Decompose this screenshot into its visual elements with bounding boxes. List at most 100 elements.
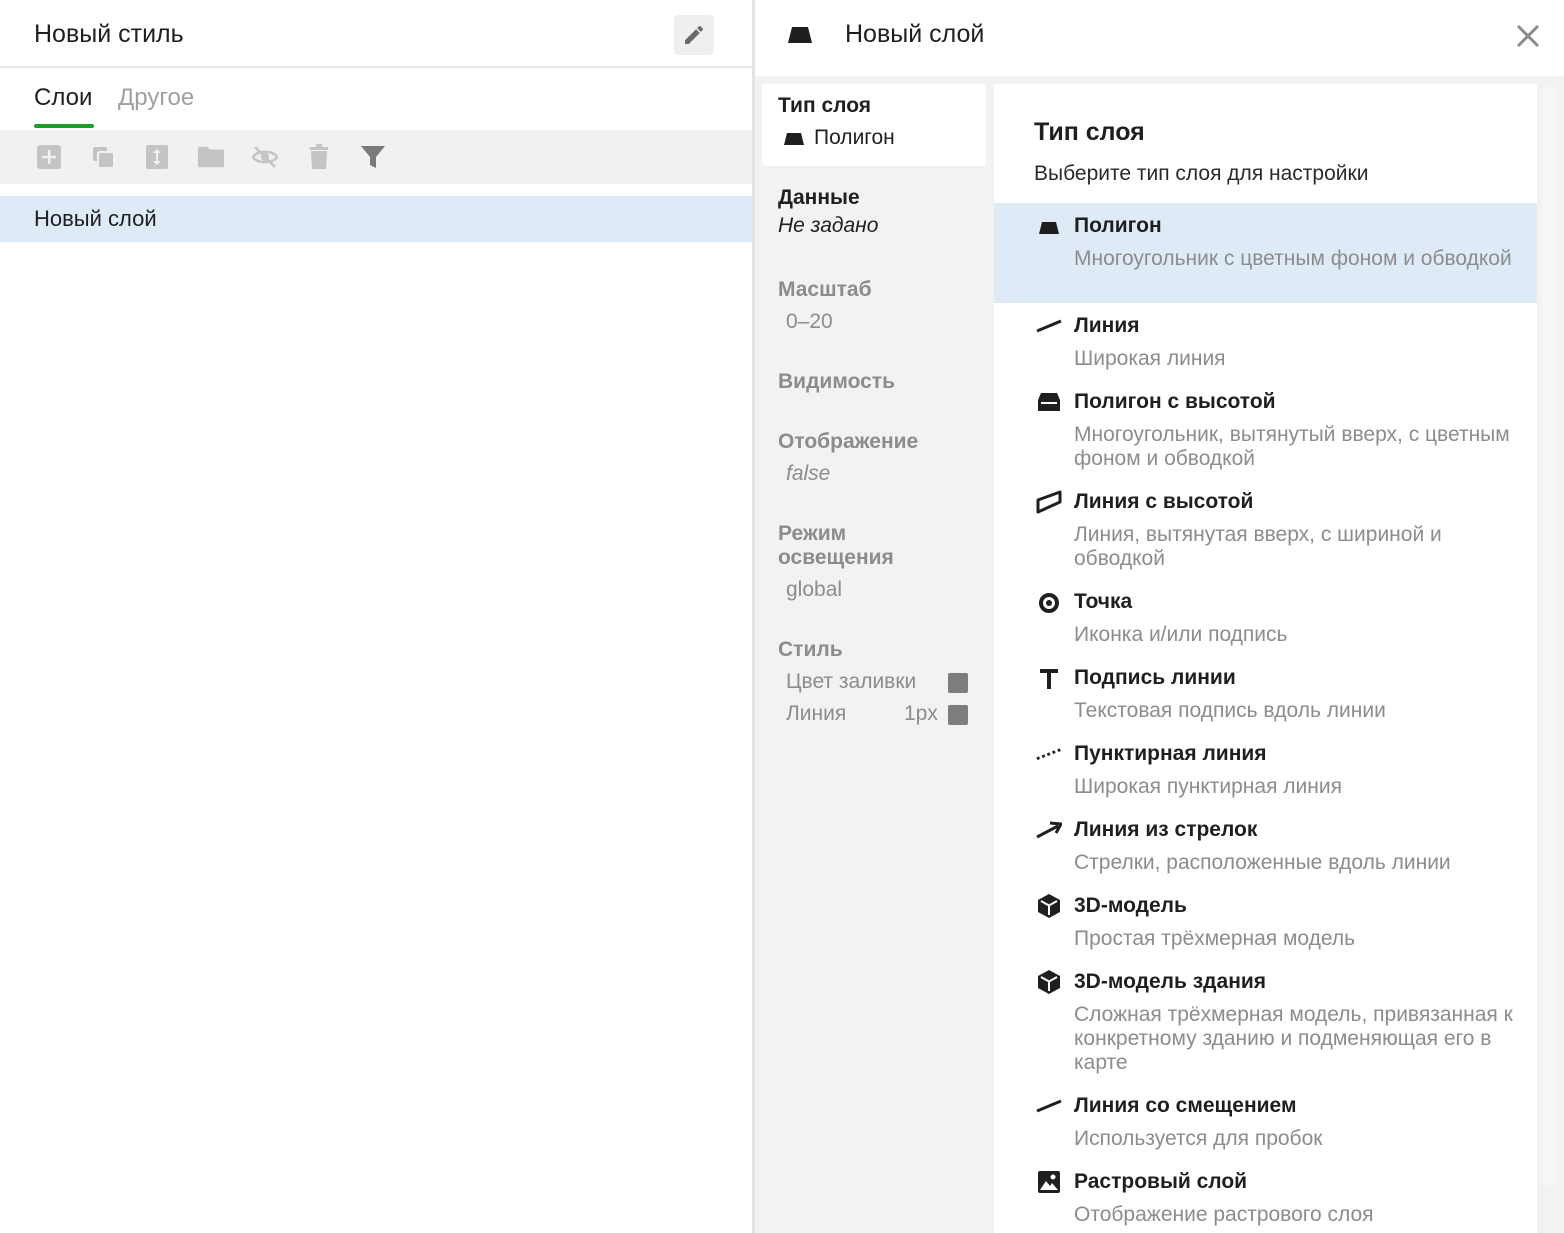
nav-lighting-value: global [786,578,843,601]
extruded-line-icon [1036,489,1062,515]
layer-item-label: Новый слой [34,206,157,231]
polygon-icon [788,27,812,43]
layer-type-content: Тип слоя Выберите тип слоя для настройки… [994,84,1537,1233]
nav-fill-label: Цвет заливки [786,670,917,693]
line-icon [1036,313,1062,339]
option-title: 3D-модель [1074,894,1187,917]
fill-color-swatch[interactable] [948,673,968,693]
nav-data-value: Не задано [778,214,879,237]
tab-layers[interactable]: Слои [34,84,92,112]
reorder-layer-button[interactable] [143,143,171,171]
nav-data-label[interactable]: Данные [778,186,860,210]
edit-style-button[interactable] [674,15,714,55]
tab-other[interactable]: Другое [118,84,194,112]
option-title: Линия со смещением [1074,1094,1297,1117]
option-title: Пунктирная линия [1074,742,1267,765]
add-layer-button[interactable] [35,143,63,171]
close-icon[interactable] [1515,20,1541,50]
layer-editor-header: Новый слой [755,0,1564,76]
nav-type-value: Полигон [814,126,895,149]
option-desc: Отображение растрового слоя [1074,1203,1374,1226]
panel-tabs: Слои Другое [0,68,752,130]
layer-type-option-line-label[interactable]: Подпись линии Текстовая подпись вдоль ли… [994,655,1537,731]
building-cube-icon [1036,969,1062,995]
layer-type-option-3d-building[interactable]: 3D-модель здания Сложная трёхмерная моде… [994,959,1537,1083]
nav-line-label: Линия [786,702,847,725]
option-title: 3D-модель здания [1074,970,1267,993]
option-title: Линия с высотой [1074,490,1254,513]
nav-type-label: Тип слоя [778,94,872,117]
layer-item[interactable]: Новый слой [0,196,752,242]
copy-icon [93,147,115,169]
layer-type-option-dashed-line[interactable]: Пунктирная линия Широкая пунктирная лини… [994,731,1537,807]
group-folder-button[interactable] [197,143,225,171]
option-title: Полигон с высотой [1074,390,1276,413]
nav-style-label[interactable]: Стиль [778,638,843,662]
eye-off-icon [251,146,279,168]
hide-layer-button[interactable] [251,143,279,171]
layers-toolbar [0,130,752,184]
option-desc: Широкая пунктирная линия [1074,775,1342,798]
nav-scale-value: 0–20 [786,310,833,333]
option-desc: Иконка и/или подпись [1074,623,1288,646]
option-desc: Стрелки, расположенные вдоль линии [1074,851,1451,874]
cube-icon [1036,893,1062,919]
option-desc: Простая трёхмерная модель [1074,927,1356,950]
option-desc: Многоугольник, вытянутый вверх, с цветны… [1074,423,1510,470]
option-desc: Текстовая подпись вдоль линии [1074,699,1386,722]
point-icon [1036,590,1062,616]
layer-type-title: Тип слоя [1034,118,1145,146]
content-scrollbar[interactable] [1542,86,1556,1186]
extruded-polygon-icon [1036,389,1062,415]
layer-editor-title: Новый слой [845,20,985,48]
polygon-icon [1036,215,1062,241]
delete-layer-button[interactable] [305,143,333,171]
layer-type-option-line[interactable]: Линия Широкая линия [994,303,1537,379]
arrow-line-icon [1036,817,1062,843]
active-tab-indicator [34,124,94,128]
polygon-icon [784,133,804,145]
option-desc: Сложная трёхмерная модель, привязанная к… [1074,1003,1513,1074]
option-title: Точка [1074,590,1133,613]
option-desc: Используется для пробок [1074,1127,1323,1150]
layer-type-option-extruded-polygon[interactable]: Полигон с высотой Многоугольник, вытянут… [994,379,1537,479]
option-title: Подпись линии [1074,666,1236,689]
line-color-swatch[interactable] [948,705,968,725]
option-desc: Линия, вытянутая вверх, с шириной и обво… [1074,523,1442,570]
offset-line-icon [1036,1093,1062,1119]
option-desc: Широкая линия [1074,347,1226,370]
filter-button[interactable] [359,143,387,171]
layer-settings-nav: Тип слоя Полигон Данные Не задано Масшта… [755,76,993,1233]
option-title: Растровый слой [1074,1170,1248,1193]
nav-display-value: false [786,462,831,485]
nav-display-label[interactable]: Отображение [778,430,918,454]
resize-vertical-icon [146,145,168,169]
styles-header: Новый стиль [0,0,752,68]
layer-type-option-polygon[interactable]: Полигон Многоугольник с цветным фоном и … [994,203,1537,303]
nav-visibility-label[interactable]: Видимость [778,370,895,394]
text-icon [1036,666,1062,692]
pencil-icon [685,25,703,44]
styles-panel: Новый стиль Слои Другое Новый слой [0,0,752,1233]
folder-icon [197,146,225,168]
option-title: Полигон [1074,214,1162,237]
nav-lighting-label-2[interactable]: освещения [778,546,894,570]
layer-type-subtitle: Выберите тип слоя для настройки [1034,162,1369,185]
nav-scale-label[interactable]: Масштаб [778,278,872,302]
layer-type-option-3d-model[interactable]: 3D-модель Простая трёхмерная модель [994,883,1537,959]
layer-type-option-arrow-line[interactable]: Линия из стрелок Стрелки, расположенные … [994,807,1537,883]
raster-icon [1036,1169,1062,1195]
add-icon [37,145,61,169]
layer-type-option-offset-line[interactable]: Линия со смещением Используется для проб… [994,1083,1537,1159]
option-title: Линия [1074,314,1140,337]
nav-line-width: 1px [904,702,938,725]
layer-type-option-raster[interactable]: Растровый слой Отображение растрового сл… [994,1159,1537,1233]
style-title: Новый стиль [34,20,184,48]
copy-layer-button[interactable] [89,143,117,171]
dashed-line-icon [1036,741,1062,767]
layer-type-option-point[interactable]: Точка Иконка и/или подпись [994,579,1537,655]
layer-editor-panel: Новый слой Тип слоя Полигон Данные Не за… [755,0,1564,1233]
filter-icon [361,146,385,168]
layer-type-option-extruded-line[interactable]: Линия с высотой Линия, вытянутая вверх, … [994,479,1537,579]
nav-lighting-label[interactable]: Режим [778,522,846,546]
